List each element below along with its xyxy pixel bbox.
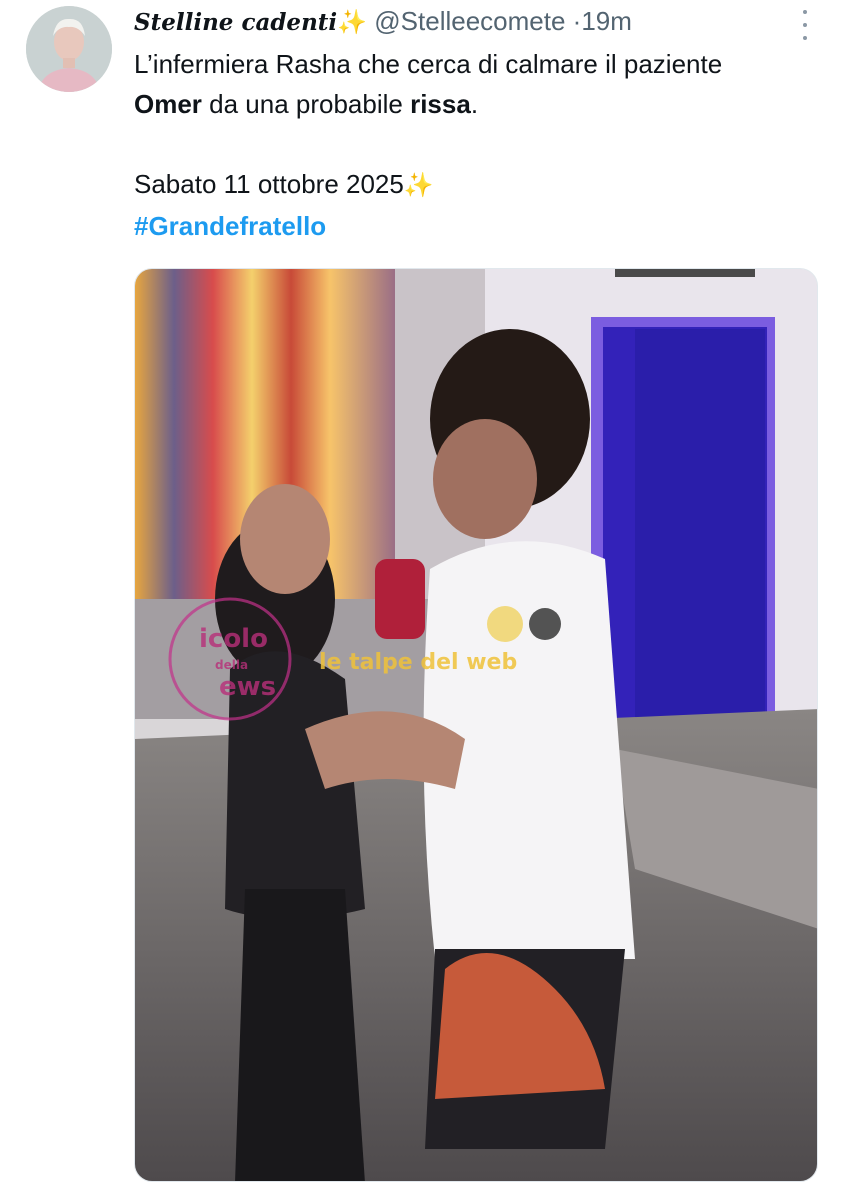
author-handle[interactable]: @Stelleecomete: [374, 6, 565, 36]
tweet-text-part: da una probabile: [201, 89, 411, 119]
tweet-text-part: .: [470, 89, 479, 119]
hashtag-link[interactable]: #Grandefratello: [134, 211, 326, 241]
watermark-left-line3: ews: [219, 672, 276, 702]
tweet-date: Sabato 11 ottobre 2025: [134, 169, 404, 199]
tweet-body: L’infermiera Rasha che cerca di calmare …: [134, 44, 794, 246]
tweet-header: Stelline cadenti✨ @Stelleecomete ·19m: [134, 4, 804, 38]
tweet-text-paragraph: L’infermiera Rasha che cerca di calmare …: [134, 44, 794, 124]
watermark-left-line1: icolo: [199, 624, 268, 654]
author-avatar[interactable]: [26, 6, 112, 92]
tweet-date-line: Sabato 11 ottobre 2025✨: [134, 164, 794, 206]
bold-name: Omer: [134, 89, 202, 119]
watermark-left-line2: della: [215, 658, 248, 672]
author-display-name[interactable]: Stelline cadenti: [134, 9, 337, 36]
tweet-text-part: L’infermiera Rasha che cerca di calmare …: [134, 49, 723, 79]
tweet-timestamp[interactable]: 19m: [581, 6, 632, 36]
watermark-right: le talpe del web: [319, 650, 517, 675]
tweet-media-video[interactable]: icolo della ews le talpe del web: [134, 268, 818, 1182]
sparkles-emoji: ✨: [403, 172, 434, 199]
sparkles-emoji: ✨: [337, 9, 368, 36]
more-vertical-icon[interactable]: [800, 10, 810, 40]
bold-word: rissa: [410, 89, 471, 119]
video-frame: icolo della ews le talpe del web: [135, 269, 817, 1181]
avatar-image: [26, 6, 112, 92]
